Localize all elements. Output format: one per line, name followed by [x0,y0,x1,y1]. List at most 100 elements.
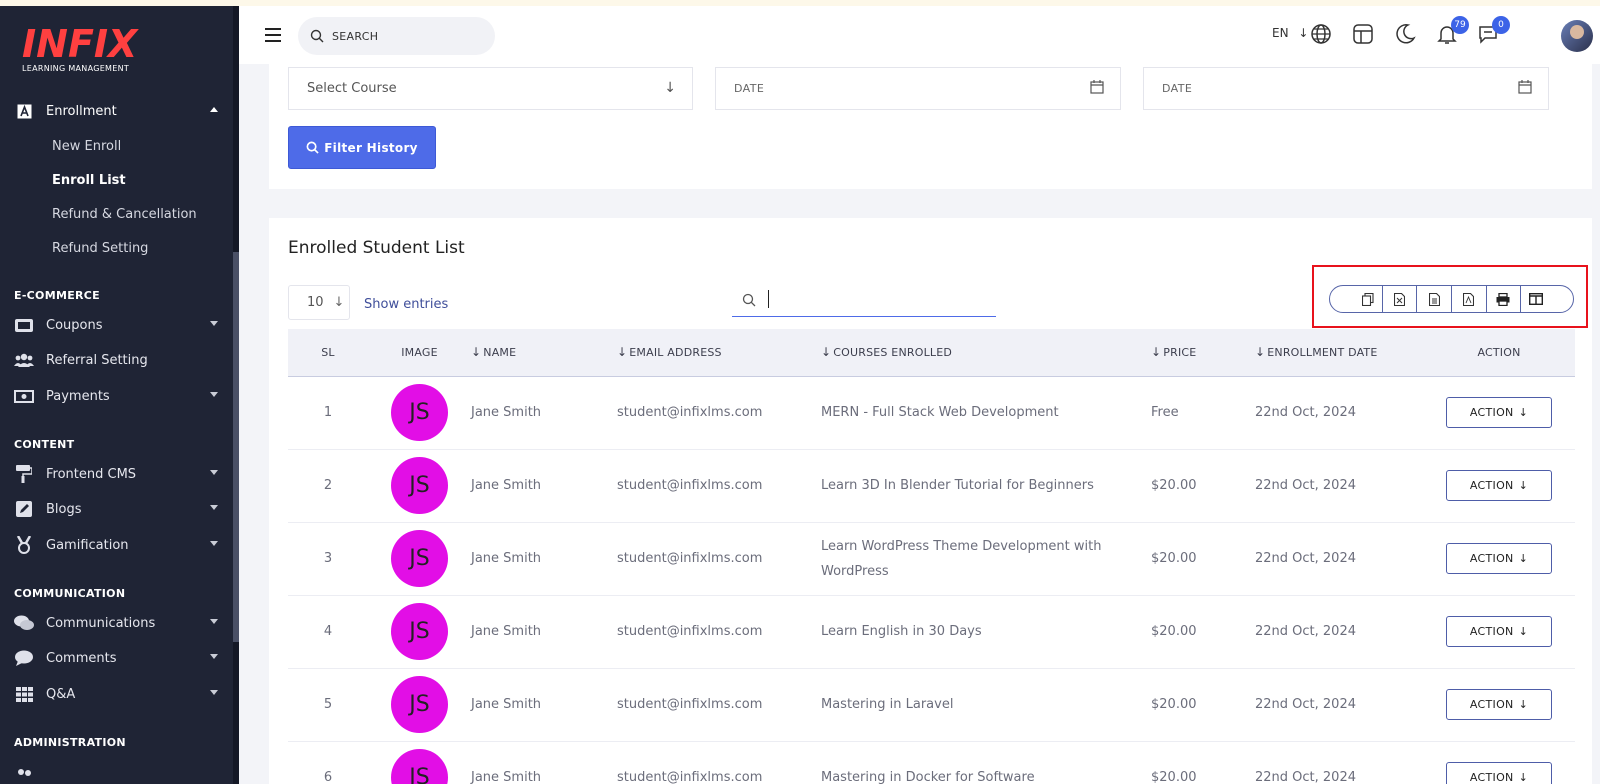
sidebar-item-partial[interactable] [14,762,218,784]
search-icon [742,293,756,307]
course-select[interactable]: Select Course ↓ [288,67,693,110]
row-image: JS [368,595,471,669]
sidebar-item-referral-setting[interactable]: Referral Setting [14,348,218,372]
columns-icon [1529,293,1544,305]
page-length-select[interactable]: 10 ↓ [288,285,350,320]
search-placeholder: SEARCH [332,29,379,43]
column-header-email[interactable]: ↓ EMAIL ADDRESS [617,329,821,377]
search-icon [306,141,319,154]
sidebar-item-label: Comments [46,650,117,666]
action-dropdown-button[interactable]: ACTION ↓ [1446,470,1552,501]
sidebar-item-comments[interactable]: Comments [14,646,218,670]
sidebar-item-enrollment[interactable]: Enrollment [14,99,218,123]
sidebar-item-frontend-cms[interactable]: Frontend CMS [14,462,218,486]
column-header-label: NAME [483,346,517,360]
chevron-down-icon [210,654,218,659]
sidebar-item-label: Frontend CMS [46,466,137,482]
sidebar-scrollbar[interactable] [233,6,239,784]
excel-icon [1394,292,1406,306]
copy-button[interactable] [1330,286,1383,312]
sidebar-subitem-enroll-list[interactable]: Enroll List [52,173,126,188]
row-sl: 5 [288,668,368,742]
row-price: $20.00 [1151,668,1255,742]
table-search-input[interactable] [732,288,996,317]
row-date: 22nd Oct, 2024 [1255,376,1423,450]
column-header-enrollment-date[interactable]: ↓ ENROLLMENT DATE [1255,329,1423,377]
action-label: ACTION [1469,625,1514,638]
print-button[interactable] [1487,286,1522,312]
row-image: JS [368,376,471,450]
action-dropdown-button[interactable]: ACTION ↓ [1446,397,1552,428]
date-from-placeholder: DATE [734,82,765,95]
messages-button[interactable]: 0 [1476,16,1510,48]
row-image: JS [368,449,471,523]
chevron-down-icon [210,690,218,695]
sidebar-item-label: Communications [46,615,156,631]
sidebar-subitem-refund-cancellation[interactable]: Refund & Cancellation [52,207,197,222]
sidebar-item-blogs[interactable]: Blogs [14,497,218,521]
table-row: 5 JS Jane Smith student@infixlms.com Mas… [288,668,1575,742]
action-dropdown-button[interactable]: ACTION ↓ [1446,616,1552,647]
table-row: 1 JS Jane Smith student@infixlms.com MER… [288,376,1575,450]
chevron-down-icon [210,392,218,397]
sidebar-subitem-new-enroll[interactable]: New Enroll [52,139,121,154]
table-row: 2 JS Jane Smith student@infixlms.com Lea… [288,449,1575,523]
moon-icon[interactable] [1393,22,1419,48]
avatar: JS [391,749,448,784]
pdf-icon [1463,292,1475,306]
users-icon [14,351,34,369]
hamburger-menu-icon[interactable] [265,28,281,46]
logo[interactable]: INFIX LEARNING MANAGEMENT [22,25,137,73]
column-visibility-button[interactable] [1521,286,1573,312]
table-row: 3 JS Jane Smith student@infixlms.com Lea… [288,522,1575,596]
column-header-sl[interactable]: SL [288,329,368,377]
sidebar-scrollbar-thumb[interactable] [233,252,239,642]
copy-icon [1361,292,1374,306]
comment-icon [14,649,34,667]
row-date: 22nd Oct, 2024 [1255,522,1423,596]
notification-bell[interactable]: 79 [1435,16,1469,48]
action-dropdown-button[interactable]: ACTION ↓ [1446,762,1552,784]
action-dropdown-button[interactable]: ACTION ↓ [1446,543,1552,574]
row-sl: 6 [288,741,368,784]
sidebar-item-qa[interactable]: Q&A [14,682,218,706]
arrow-down-icon: ↓ [1298,26,1309,40]
row-action: ACTION ↓ [1423,595,1575,669]
table-row: 6 JS Jane Smith student@infixlms.com Mas… [288,741,1575,784]
sidebar-item-payments[interactable]: Payments [14,384,218,408]
column-header-price[interactable]: ↓ PRICE [1151,329,1255,377]
sidebar-item-coupons[interactable]: Coupons [14,313,218,337]
row-price: $20.00 [1151,449,1255,523]
excel-button[interactable] [1383,286,1418,312]
csv-button[interactable] [1417,286,1453,312]
date-to-input[interactable]: DATE [1143,67,1549,110]
date-from-input[interactable]: DATE [715,67,1121,110]
row-email: student@infixlms.com [617,522,821,596]
row-sl: 2 [288,449,368,523]
row-action: ACTION ↓ [1423,741,1575,784]
chevron-down-icon [210,505,218,510]
pdf-button[interactable] [1452,286,1487,312]
column-header-name[interactable]: ↓ NAME [471,329,617,377]
user-avatar[interactable] [1561,20,1593,52]
csv-icon [1428,292,1440,306]
language-selector[interactable]: EN ↓ [1272,26,1308,40]
sidebar-item-communications[interactable]: Communications [14,611,218,635]
column-header-courses[interactable]: ↓ COURSES ENROLLED [821,329,1151,377]
row-name: Jane Smith [471,522,617,596]
enrollment-icon [14,102,34,120]
action-dropdown-button[interactable]: ACTION ↓ [1446,689,1552,720]
chevron-down-icon [210,619,218,624]
global-search-input[interactable]: SEARCH [298,17,495,55]
avatar: JS [391,603,448,660]
filter-history-button[interactable]: Filter History [288,126,436,169]
layout-icon[interactable] [1351,22,1377,48]
globe-icon[interactable] [1309,22,1335,48]
show-entries-label: Show entries [364,297,449,312]
top-header: SEARCH EN ↓ 79 0 [239,6,1600,64]
column-header-label: ENROLLMENT DATE [1267,346,1378,360]
sidebar-subitem-refund-setting[interactable]: Refund Setting [52,241,148,256]
section-heading-administration: ADMINISTRATION [14,736,126,749]
text-cursor [768,290,769,308]
sidebar-item-gamification[interactable]: Gamification [14,533,218,557]
